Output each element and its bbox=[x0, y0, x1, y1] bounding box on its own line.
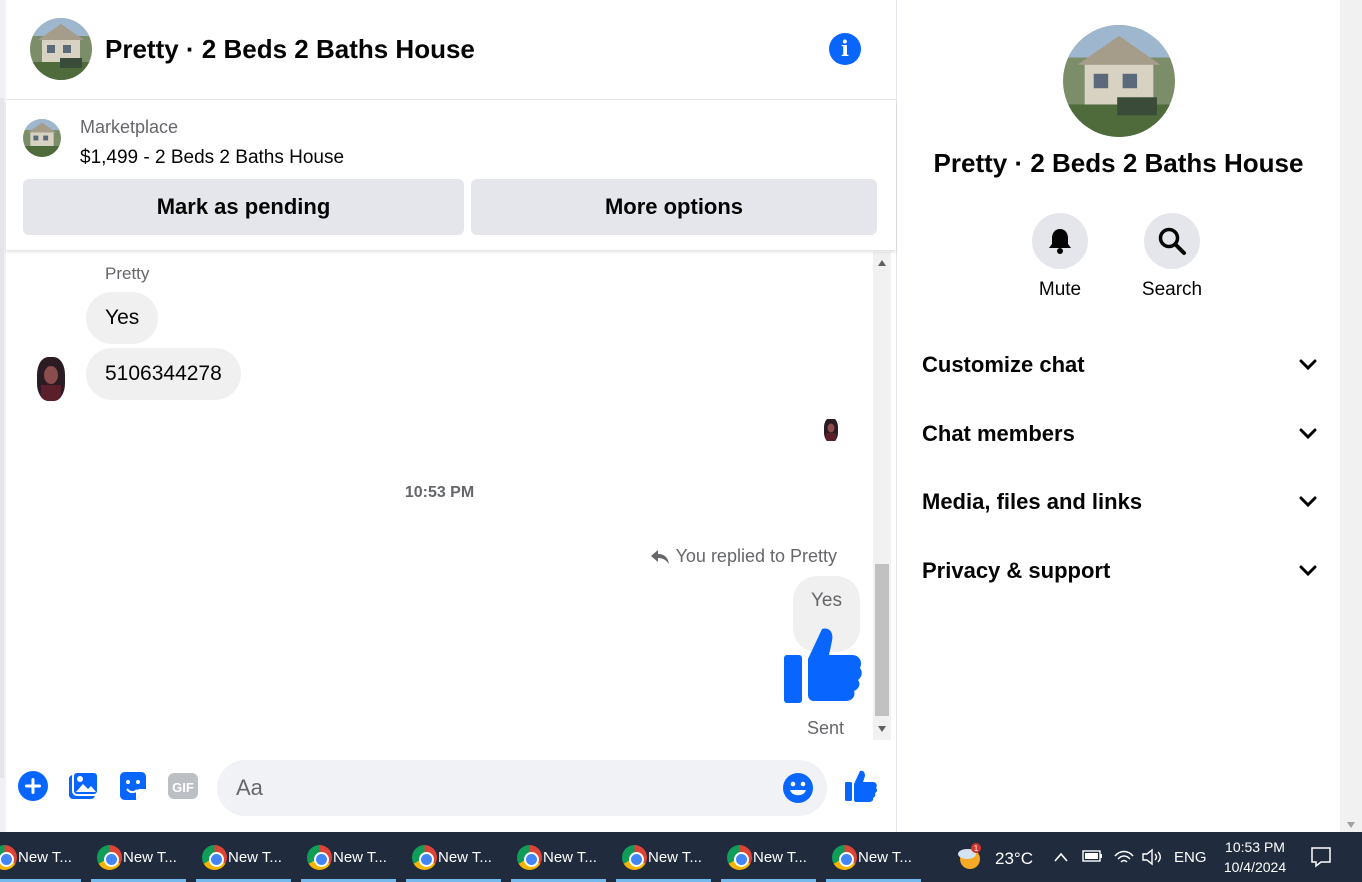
taskbar-window-label: New T... bbox=[858, 849, 912, 866]
taskbar-window-label: New T... bbox=[438, 849, 492, 866]
taskbar-window-label: New T... bbox=[228, 849, 282, 866]
media-files-links-section[interactable]: Media, files and links bbox=[922, 482, 1317, 522]
mute-button[interactable]: Mute bbox=[1010, 213, 1110, 301]
read-receipt-avatar bbox=[824, 418, 838, 442]
system-clock[interactable]: 10:53 PM 10/4/2024 bbox=[1210, 837, 1300, 877]
taskbar-window-label: New T... bbox=[648, 849, 702, 866]
thread-scrollbar[interactable] bbox=[873, 252, 891, 740]
details-avatar[interactable] bbox=[1063, 25, 1175, 137]
sender-avatar[interactable] bbox=[37, 357, 65, 401]
temperature: 23°C bbox=[995, 849, 1033, 868]
chat-members-section[interactable]: Chat members bbox=[922, 414, 1317, 454]
chrome-icon bbox=[202, 845, 227, 870]
conversation-title: Pretty · 2 Beds 2 Baths House bbox=[105, 34, 475, 64]
section-label: Privacy & support bbox=[922, 558, 1111, 583]
message-timestamp: 10:53 PM bbox=[404, 484, 475, 501]
sticker-icon[interactable] bbox=[116, 769, 150, 803]
more-options-button[interactable]: More options bbox=[471, 179, 877, 235]
details-title: Pretty · 2 Beds 2 Baths House bbox=[933, 148, 1304, 178]
language-indicator[interactable]: ENG bbox=[1174, 849, 1207, 869]
volume-icon[interactable] bbox=[1141, 848, 1163, 866]
taskbar-chrome-window[interactable]: New T... bbox=[91, 832, 186, 882]
taskbar-window-label: New T... bbox=[543, 849, 597, 866]
message-input-container bbox=[217, 760, 827, 816]
taskbar-window-label: New T... bbox=[333, 849, 387, 866]
mark-as-pending-button[interactable]: Mark as pending bbox=[23, 179, 464, 235]
reply-arrow-icon bbox=[650, 549, 669, 564]
section-label: Customize chat bbox=[922, 352, 1085, 377]
taskbar-window-label: New T... bbox=[123, 849, 177, 866]
chevron-down-icon bbox=[1299, 359, 1317, 371]
taskbar-chrome-window[interactable]: New T... bbox=[301, 832, 396, 882]
reply-indicator-text: You replied to Pretty bbox=[675, 546, 837, 566]
marketplace-label: Marketplace bbox=[80, 117, 179, 137]
message-thread: Pretty Yes 5106344278 10:53 PM You repli… bbox=[6, 250, 873, 742]
taskbar-chrome-window[interactable]: New T... bbox=[721, 832, 816, 882]
conversation-avatar[interactable] bbox=[30, 18, 92, 80]
chrome-icon bbox=[727, 845, 752, 870]
taskbar-chrome-window[interactable]: New T... bbox=[826, 832, 921, 882]
reply-indicator: You replied to Pretty bbox=[650, 546, 837, 567]
clock-time: 10:53 PM bbox=[1225, 839, 1285, 855]
chrome-icon bbox=[832, 845, 857, 870]
taskbar-window-label: New T... bbox=[753, 849, 807, 866]
taskbar-chrome-window[interactable]: New T... bbox=[0, 832, 81, 882]
thumbs-up-icon[interactable] bbox=[782, 625, 862, 707]
clock-date: 10/4/2024 bbox=[1223, 859, 1287, 875]
marketplace-banner: Marketplace $1,499 - 2 Beds 2 Baths Hous… bbox=[6, 100, 896, 250]
search-icon bbox=[1158, 227, 1186, 255]
section-label: Media, files and links bbox=[922, 489, 1143, 514]
taskbar-chrome-window[interactable]: New T... bbox=[406, 832, 501, 882]
chrome-icon bbox=[517, 845, 542, 870]
chrome-icon bbox=[0, 845, 17, 870]
taskbar-chrome-window[interactable]: New T... bbox=[511, 832, 606, 882]
composer-bar: GIF bbox=[6, 755, 896, 821]
listing-thumbnail[interactable] bbox=[23, 119, 61, 157]
taskbar-window-label: New T... bbox=[18, 849, 72, 866]
message-bubble[interactable]: 5106344278 bbox=[86, 348, 241, 400]
chat-panel: Pretty · 2 Beds 2 Baths House i Marketpl… bbox=[6, 0, 897, 832]
info-icon[interactable]: i bbox=[829, 33, 861, 65]
delivery-status: Sent bbox=[807, 718, 845, 738]
photo-icon[interactable] bbox=[66, 769, 100, 803]
message-bubble[interactable]: Yes bbox=[86, 292, 159, 344]
message-input[interactable] bbox=[217, 760, 777, 816]
sender-name: Pretty bbox=[105, 264, 150, 283]
chevron-down-icon bbox=[1299, 565, 1317, 577]
chevron-down-icon bbox=[1299, 428, 1317, 440]
taskbar-chrome-window[interactable]: New T... bbox=[616, 832, 711, 882]
chrome-icon bbox=[622, 845, 647, 870]
conversation-details-panel: Pretty · 2 Beds 2 Baths House Mute Searc… bbox=[897, 0, 1340, 832]
send-like-icon[interactable] bbox=[844, 769, 878, 803]
svg-text:GIF: GIF bbox=[172, 780, 194, 795]
emoji-icon[interactable] bbox=[782, 772, 814, 804]
windows-taskbar: New T... New T... New T... New T... New T...… bbox=[0, 832, 1362, 882]
chrome-icon bbox=[307, 845, 332, 870]
notification-icon[interactable] bbox=[1310, 846, 1332, 868]
wifi-icon[interactable] bbox=[1113, 847, 1135, 865]
page-scrollbar[interactable] bbox=[1340, 0, 1362, 832]
chrome-icon bbox=[97, 845, 122, 870]
search-label: Search bbox=[1141, 279, 1203, 300]
gif-icon[interactable]: GIF bbox=[166, 769, 200, 803]
section-label: Chat members bbox=[922, 421, 1075, 446]
privacy-support-section[interactable]: Privacy & support bbox=[922, 551, 1317, 591]
taskbar-chrome-window[interactable]: New T... bbox=[196, 832, 291, 882]
listing-title[interactable]: $1,499 - 2 Beds 2 Baths House bbox=[80, 147, 344, 169]
chevron-down-icon bbox=[1299, 496, 1317, 508]
customize-chat-section[interactable]: Customize chat bbox=[922, 345, 1317, 385]
battery-icon[interactable] bbox=[1082, 849, 1104, 863]
chrome-icon bbox=[412, 845, 437, 870]
mute-label: Mute bbox=[1038, 279, 1082, 300]
bell-icon bbox=[1049, 229, 1071, 254]
weather-icon: 1 bbox=[958, 843, 981, 869]
chat-header: Pretty · 2 Beds 2 Baths House i bbox=[6, 0, 896, 100]
search-button[interactable]: Search bbox=[1122, 213, 1222, 301]
plus-circle-icon[interactable] bbox=[16, 769, 50, 803]
chevron-up-icon[interactable] bbox=[1053, 851, 1069, 863]
weather-badge-count: 1 bbox=[974, 844, 979, 853]
